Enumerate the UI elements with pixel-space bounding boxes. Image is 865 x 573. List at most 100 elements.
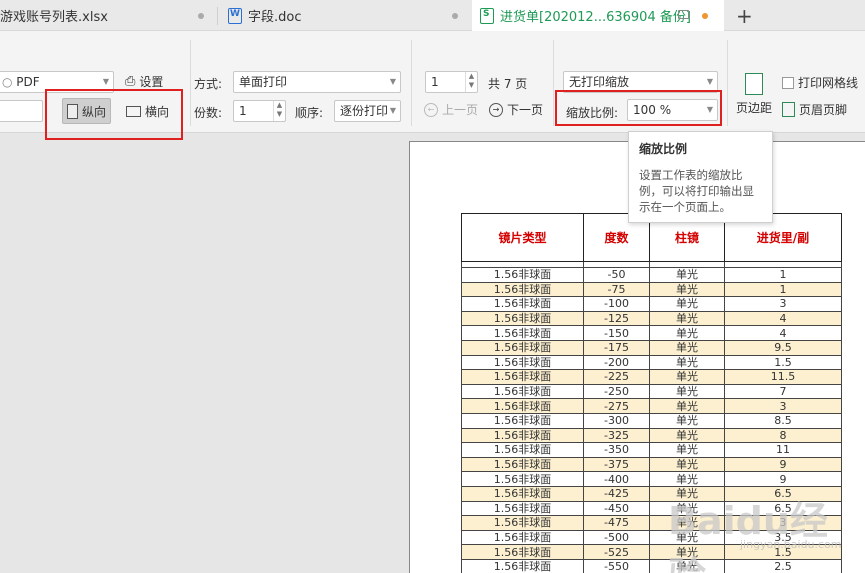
prev-page-button[interactable]: ← 上一页: [424, 101, 478, 118]
table-cell[interactable]: -50: [583, 267, 650, 283]
close-dot-icon[interactable]: [452, 13, 458, 19]
settings-button[interactable]: ⎙ 设置: [125, 73, 163, 90]
table-cell[interactable]: 单光: [649, 296, 725, 312]
gridlines-checkbox[interactable]: 打印网格线: [782, 74, 858, 91]
table-cell[interactable]: 4: [724, 325, 842, 341]
tab-doc[interactable]: 字段.doc: [218, 0, 468, 31]
table-cell[interactable]: -325: [583, 427, 650, 444]
table-cell[interactable]: 单光: [649, 267, 725, 283]
table-cell[interactable]: 1.56非球面: [461, 558, 584, 573]
table-cell[interactable]: 1.56非球面: [461, 456, 584, 473]
table-cell[interactable]: 11: [724, 442, 842, 458]
table-cell[interactable]: 4: [724, 310, 842, 327]
table-cell[interactable]: -450: [583, 500, 650, 517]
table-cell[interactable]: 9: [724, 471, 842, 487]
table-cell[interactable]: -100: [583, 296, 650, 312]
table-cell[interactable]: 3: [724, 296, 842, 312]
table-cell[interactable]: 1.56非球面: [461, 427, 584, 444]
method-select[interactable]: 单面打印 ▼: [233, 71, 401, 93]
table-cell[interactable]: 1.56非球面: [461, 281, 584, 298]
table-cell[interactable]: 单光: [649, 354, 725, 371]
table-cell[interactable]: 单光: [649, 369, 725, 385]
table-cell[interactable]: 1.56非球面: [461, 442, 584, 458]
table-cell[interactable]: 11.5: [724, 369, 842, 385]
table-cell[interactable]: 1.56非球面: [461, 383, 584, 400]
table-cell[interactable]: 1.5: [724, 354, 842, 371]
table-cell[interactable]: -275: [583, 398, 650, 414]
table-cell[interactable]: 单光: [649, 310, 725, 327]
table-cell[interactable]: 单光: [649, 398, 725, 414]
table-cell[interactable]: 单光: [649, 442, 725, 458]
table-cell[interactable]: 单光: [649, 325, 725, 341]
table-cell[interactable]: 1.56非球面: [461, 412, 584, 429]
divider: [553, 40, 554, 126]
table-cell[interactable]: 单光: [649, 281, 725, 298]
tab-xlsx[interactable]: 游戏账号列表.xlsx: [0, 0, 216, 31]
order-select[interactable]: 逐份打印 ▼: [334, 100, 401, 122]
unsaved-dot-icon[interactable]: [702, 13, 708, 19]
spinner-arrows-icon[interactable]: ▲ ▼: [273, 101, 285, 121]
table-cell[interactable]: 1.56非球面: [461, 515, 584, 531]
table-cell[interactable]: 1.56非球面: [461, 310, 584, 327]
table-cell[interactable]: 1: [724, 281, 842, 298]
table-cell[interactable]: 1.56非球面: [461, 325, 584, 341]
page-number-stepper[interactable]: 1 ▲ ▼: [425, 71, 478, 93]
table-cell[interactable]: -125: [583, 310, 650, 327]
table-cell[interactable]: -300: [583, 412, 650, 429]
table-cell[interactable]: -225: [583, 369, 650, 385]
table-cell[interactable]: 1.56非球面: [461, 471, 584, 487]
table-cell[interactable]: 单光: [649, 339, 725, 356]
table-cell[interactable]: 1.56非球面: [461, 369, 584, 385]
table-cell[interactable]: 单光: [649, 456, 725, 473]
table-cell[interactable]: 1: [724, 267, 842, 283]
table-cell[interactable]: 8.5: [724, 412, 842, 429]
table-cell[interactable]: -250: [583, 383, 650, 400]
table-row: 1.56非球面 -125 单光 4: [461, 310, 842, 327]
table-cell[interactable]: 1.56非球面: [461, 500, 584, 517]
table-cell[interactable]: 8: [724, 427, 842, 444]
spreadsheet-icon: [480, 7, 494, 24]
table-cell[interactable]: 9.5: [724, 339, 842, 356]
table-cell[interactable]: -475: [583, 515, 650, 531]
table-cell[interactable]: -400: [583, 471, 650, 487]
table-cell[interactable]: 1.56非球面: [461, 485, 584, 502]
table-cell[interactable]: -550: [583, 558, 650, 573]
header-footer-button[interactable]: 页眉页脚: [782, 101, 847, 118]
table-cell[interactable]: -75: [583, 281, 650, 298]
spinner-arrows-icon[interactable]: ▲ ▼: [465, 72, 477, 92]
table-cell[interactable]: -525: [583, 544, 650, 560]
monitor-icon[interactable]: [678, 10, 689, 19]
table-cell[interactable]: -350: [583, 442, 650, 458]
table-cell[interactable]: 1.56非球面: [461, 339, 584, 356]
tab-active-sheet[interactable]: 进货单[202012...636904 备份]: [472, 0, 724, 31]
table-cell[interactable]: 7: [724, 383, 842, 400]
table-cell[interactable]: 1.56非球面: [461, 544, 584, 560]
table-cell[interactable]: 9: [724, 456, 842, 473]
table-cell[interactable]: -425: [583, 485, 650, 502]
table-cell[interactable]: 1.56非球面: [461, 354, 584, 371]
table-cell[interactable]: 3: [724, 398, 842, 414]
table-row: 1.56非球面 -300 单光 8.5: [461, 412, 842, 429]
close-dot-icon[interactable]: [198, 13, 204, 19]
next-page-label: 下一页: [507, 103, 544, 117]
copies-stepper[interactable]: 1 ▲ ▼: [233, 100, 286, 122]
table-cell[interactable]: -200: [583, 354, 650, 371]
table-cell[interactable]: 1.56非球面: [461, 529, 584, 546]
table-cell[interactable]: 单光: [649, 471, 725, 487]
paper-size-select[interactable]: [0, 100, 43, 122]
margins-button[interactable]: 页边距: [736, 73, 772, 116]
prev-page-label: 上一页: [442, 103, 479, 117]
table-cell[interactable]: 1.56非球面: [461, 296, 584, 312]
table-cell[interactable]: 单光: [649, 427, 725, 444]
next-page-button[interactable]: → 下一页: [489, 101, 543, 118]
settings-label: 设置: [139, 75, 164, 89]
table-cell[interactable]: 单光: [649, 383, 725, 400]
table-cell[interactable]: -375: [583, 456, 650, 473]
table-cell[interactable]: 1.56非球面: [461, 267, 584, 283]
table-cell[interactable]: 1.56非球面: [461, 398, 584, 414]
table-cell[interactable]: -150: [583, 325, 650, 341]
new-tab-plus-icon[interactable]: +: [736, 4, 753, 28]
table-cell[interactable]: -500: [583, 529, 650, 546]
table-cell[interactable]: -175: [583, 339, 650, 356]
table-cell[interactable]: 单光: [649, 412, 725, 429]
